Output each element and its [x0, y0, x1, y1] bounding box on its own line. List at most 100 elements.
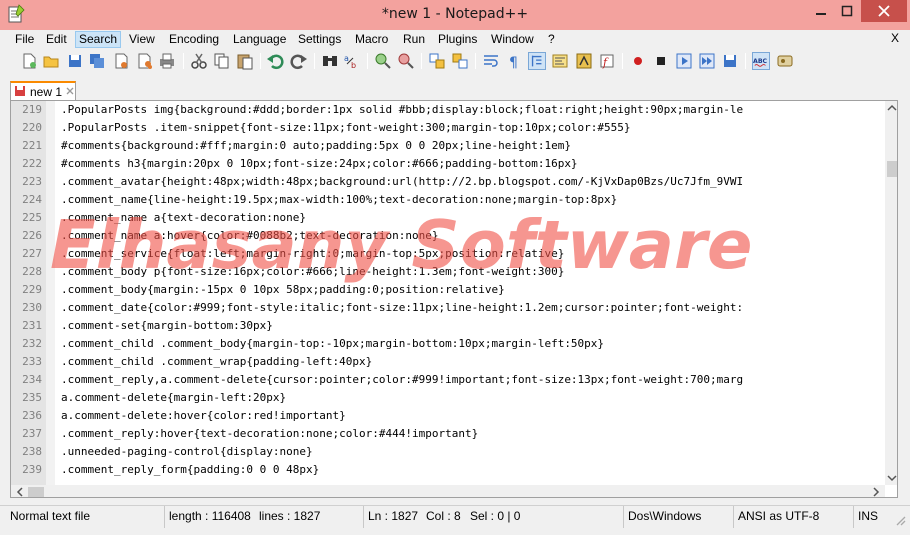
code-line[interactable]: .comment_child .comment_wrap{padding-lef…: [61, 353, 372, 371]
play-macro-icon[interactable]: [675, 52, 693, 70]
close-icon: [878, 5, 890, 17]
code-line[interactable]: .comment_reply,a.comment-delete{cursor:p…: [61, 371, 743, 389]
status-insert-mode[interactable]: INS: [853, 506, 887, 528]
cut-icon[interactable]: [190, 52, 208, 70]
status-encoding[interactable]: ANSI as UTF-8: [733, 506, 853, 528]
code-line[interactable]: .comment_name{line-height:19.5px;max-wid…: [61, 191, 617, 209]
vertical-scrollbar[interactable]: [885, 101, 898, 485]
tab-close-icon[interactable]: [65, 86, 75, 96]
show-all-chars-icon[interactable]: ¶: [505, 52, 523, 70]
line-number: 224: [22, 193, 42, 206]
code-line[interactable]: .comment_body{margin:-15px 0 10px 58px;p…: [61, 281, 505, 299]
code-line[interactable]: .comment-set{margin-bottom:30px}: [61, 317, 273, 335]
line-number: 222: [22, 157, 42, 170]
code-line[interactable]: .comment_name a{text-decoration:none}: [61, 209, 306, 227]
close-all-icon[interactable]: [136, 52, 154, 70]
save-all-icon[interactable]: [88, 52, 106, 70]
print-icon[interactable]: [158, 52, 176, 70]
spell-check-icon[interactable]: ABC: [752, 52, 770, 70]
replace-icon[interactable]: ab: [343, 52, 361, 70]
editor-pane[interactable]: 219 220 221 222 223 224 225 226 227 228 229 230 231 2…: [10, 100, 898, 498]
menu-language[interactable]: Language: [230, 31, 289, 48]
function-list-icon[interactable]: [575, 52, 593, 70]
scroll-down-icon[interactable]: [885, 471, 898, 485]
redo-icon[interactable]: [290, 52, 308, 70]
menu-bar: File Edit Search View Encoding Language …: [0, 30, 910, 48]
line-number: 226: [22, 229, 42, 242]
minimize-button[interactable]: [808, 0, 834, 22]
paste-icon[interactable]: [236, 52, 254, 70]
status-eol-format[interactable]: Dos\Windows: [623, 506, 733, 528]
record-macro-icon[interactable]: [629, 52, 647, 70]
menu-encoding[interactable]: Encoding: [166, 31, 222, 48]
undo-icon[interactable]: [266, 52, 284, 70]
menu-macro[interactable]: Macro: [352, 31, 391, 48]
horizontal-scroll-thumb[interactable]: [28, 487, 44, 497]
scroll-left-icon[interactable]: [13, 485, 27, 498]
code-line[interactable]: .comment_avatar{height:48px;width:48px;b…: [61, 173, 743, 191]
zoom-in-icon[interactable]: [374, 52, 392, 70]
code-line[interactable]: .comment_date{color:#999;font-style:ital…: [61, 299, 743, 317]
menu-search[interactable]: Search: [75, 31, 122, 48]
copy-icon[interactable]: [212, 52, 230, 70]
scroll-up-icon[interactable]: [885, 101, 898, 115]
code-line[interactable]: .PopularPosts img{background:#ddd;border…: [61, 101, 743, 119]
code-line[interactable]: .unneeded-paging-control{display:none}: [61, 443, 313, 461]
code-line[interactable]: #comments h3{margin:20px 0 10px;font-siz…: [61, 155, 578, 173]
sync-vertical-icon[interactable]: [428, 52, 446, 70]
menu-file[interactable]: File: [12, 31, 37, 48]
sync-horizontal-icon[interactable]: [451, 52, 469, 70]
close-file-icon[interactable]: [112, 52, 130, 70]
save-icon[interactable]: [66, 52, 84, 70]
minimize-icon: [816, 13, 826, 15]
line-number: 225: [22, 211, 42, 224]
code-line[interactable]: .comment_name a:hover{color:#0088b2;text…: [61, 227, 439, 245]
code-line[interactable]: .comment_reply:hover{text-decoration:non…: [61, 425, 478, 443]
code-line[interactable]: .comment_child .comment_body{margin-top:…: [61, 335, 604, 353]
svg-text:b: b: [351, 61, 356, 70]
zoom-out-icon[interactable]: [397, 52, 415, 70]
menu-window[interactable]: Window: [488, 31, 537, 48]
menu-help[interactable]: ?: [545, 31, 558, 48]
word-wrap-icon[interactable]: [482, 52, 500, 70]
close-window-button[interactable]: [861, 0, 907, 22]
menu-plugins[interactable]: Plugins: [435, 31, 480, 48]
indent-guide-icon[interactable]: [528, 52, 546, 70]
menu-view[interactable]: View: [126, 31, 158, 48]
find-icon[interactable]: [321, 52, 339, 70]
scroll-right-icon[interactable]: [869, 485, 883, 498]
tab-label: new 1: [30, 85, 63, 99]
line-number: 234: [22, 373, 42, 386]
menu-edit[interactable]: Edit: [43, 31, 70, 48]
fold-margin[interactable]: [46, 101, 55, 485]
code-line[interactable]: #comments{background:#fff;margin:0 auto;…: [61, 137, 571, 155]
title-bar: *new 1 - Notepad++: [0, 0, 910, 30]
close-document-button[interactable]: X: [891, 31, 899, 45]
tab-new-1[interactable]: new 1: [10, 81, 76, 100]
code-line[interactable]: .comment_body p{font-size:16px;color:#66…: [61, 263, 564, 281]
open-file-icon[interactable]: [42, 52, 60, 70]
code-line[interactable]: .PopularPosts .item-snippet{font-size:11…: [61, 119, 631, 137]
toolbar: ab ¶ f ABC: [0, 48, 910, 74]
save-macro-icon[interactable]: [721, 52, 739, 70]
stop-macro-icon[interactable]: [652, 52, 670, 70]
folder-workspace-icon[interactable]: f: [598, 52, 616, 70]
resize-grip-icon[interactable]: [894, 514, 906, 526]
code-line[interactable]: a.comment-delete:hover{color:red!importa…: [61, 407, 346, 425]
line-number: 230: [22, 301, 42, 314]
line-number: 228: [22, 265, 42, 278]
vertical-scroll-thumb[interactable]: [887, 161, 897, 177]
menu-settings[interactable]: Settings: [295, 31, 344, 48]
doc-map-icon[interactable]: [551, 52, 569, 70]
run-macro-multiple-icon[interactable]: [698, 52, 716, 70]
menu-run[interactable]: Run: [400, 31, 428, 48]
horizontal-scrollbar[interactable]: [11, 485, 885, 498]
code-line[interactable]: a.comment-delete{margin-left:20px}: [61, 389, 286, 407]
code-area[interactable]: .PopularPosts img{background:#ddd;border…: [59, 101, 885, 485]
svg-text:¶: ¶: [509, 55, 518, 70]
code-line[interactable]: .comment_service{float:left;margin-right…: [61, 245, 564, 263]
new-file-icon[interactable]: [20, 52, 38, 70]
code-line[interactable]: .comment_reply_form{padding:0 0 0 48px}: [61, 461, 319, 479]
maximize-button[interactable]: [834, 0, 860, 22]
hex-icon[interactable]: [776, 52, 794, 70]
